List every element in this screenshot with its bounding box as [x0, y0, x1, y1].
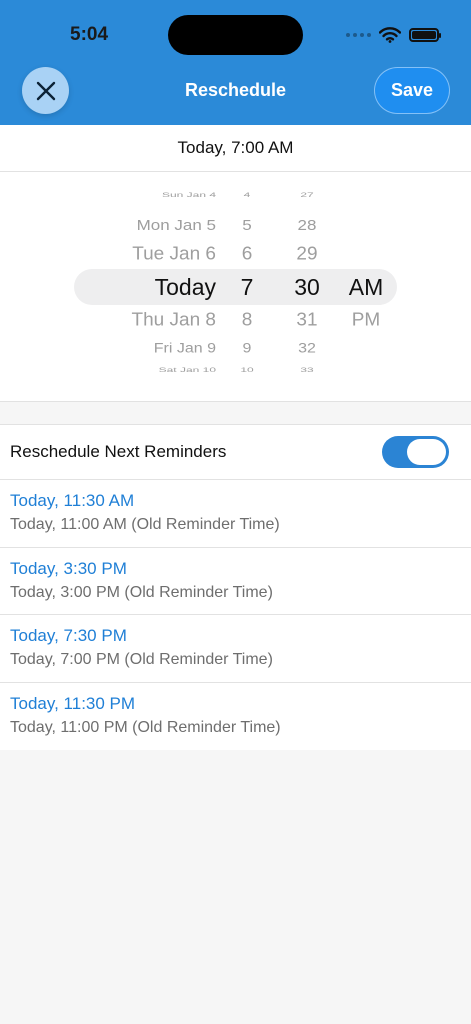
dynamic-island [168, 15, 303, 55]
picker-value[interactable]: 6 [226, 245, 268, 263]
picker-value[interactable]: 32 [284, 342, 330, 356]
picker-minute-column[interactable]: 27 28 29 30 31 32 33 [284, 172, 330, 401]
picker-value[interactable]: Sat Jan 10 [80, 367, 216, 374]
picker-value[interactable]: Mon Jan 5 [80, 218, 216, 232]
reschedule-toggle-label: Reschedule Next Reminders [10, 442, 227, 461]
reminder-item[interactable]: Today, 7:30 PM Today, 7:00 PM (Old Remin… [0, 615, 471, 683]
picker-value[interactable]: Sun Jan 4 [80, 192, 216, 199]
status-icons [346, 24, 441, 46]
picker-value[interactable]: 27 [284, 192, 330, 199]
reminder-old-time: Today, 7:00 PM (Old Reminder Time) [10, 651, 273, 668]
battery-icon [409, 28, 441, 42]
picker-value[interactable]: 4 [226, 192, 268, 199]
picker-selected-value[interactable]: 30 [284, 275, 330, 299]
picker-value[interactable]: 9 [226, 342, 268, 356]
reminder-item[interactable]: Today, 11:30 PM Today, 11:00 PM (Old Rem… [0, 683, 471, 751]
reminder-new-time: Today, 11:30 AM [10, 491, 135, 510]
picker-value[interactable]: 33 [284, 367, 330, 374]
picker-value[interactable]: Fri Jan 9 [80, 342, 216, 356]
reminder-item[interactable]: Today, 3:30 PM Today, 3:00 PM (Old Remin… [0, 548, 471, 615]
picker-value[interactable]: 8 [226, 311, 268, 329]
reminder-old-time: Today, 3:00 PM (Old Reminder Time) [10, 583, 273, 601]
toggle-knob [407, 439, 446, 465]
picker-value[interactable]: 5 [226, 218, 268, 232]
datetime-picker[interactable]: Sun Jan 4 Mon Jan 5 Tue Jan 6 Today Thu Jan … [0, 172, 471, 402]
picker-selected-value[interactable]: 7 [226, 275, 268, 299]
reminders-section: Reschedule Next Reminders Today, 11:30 A… [0, 424, 471, 750]
picker-selected-value[interactable]: Today [80, 275, 216, 299]
wifi-icon [379, 27, 401, 43]
status-time: 5:04 [70, 24, 109, 45]
picker-date-column[interactable]: Sun Jan 4 Mon Jan 5 Tue Jan 6 Today Thu Jan … [80, 172, 217, 401]
picker-value[interactable]: 31 [284, 311, 330, 329]
picker-value[interactable]: Thu Jan 8 [80, 311, 217, 329]
reminder-new-time: Today, 3:30 PM [10, 558, 127, 578]
reminder-item[interactable]: Today, 11:30 AM Today, 11:00 AM (Old Rem… [0, 480, 471, 548]
picker-selected-value[interactable]: AM [340, 275, 392, 299]
picker-value[interactable]: Tue Jan 6 [80, 245, 216, 263]
reminder-new-time: Today, 7:30 PM [10, 626, 127, 645]
picker-value[interactable]: 10 [226, 367, 268, 374]
reminder-new-time: Today, 11:30 PM [10, 693, 136, 713]
picker-hour-column[interactable]: 4 5 6 7 8 9 10 [226, 172, 268, 401]
save-button[interactable]: Save [374, 67, 450, 114]
selected-datetime: Today, 7:00 AM [0, 125, 471, 172]
reschedule-toggle-row[interactable]: Reschedule Next Reminders [0, 425, 471, 480]
signal-icon [346, 33, 371, 37]
picker-value[interactable]: 29 [284, 245, 330, 263]
picker-period-column[interactable]: AM PM [340, 172, 392, 401]
reminder-old-time: Today, 11:00 PM (Old Reminder Time) [10, 718, 281, 736]
picker-value[interactable]: 28 [284, 218, 330, 232]
reminder-old-time: Today, 11:00 AM (Old Reminder Time) [10, 516, 280, 533]
picker-value[interactable]: PM [340, 311, 392, 329]
reschedule-toggle-switch[interactable] [382, 436, 449, 468]
navigation-header: 5:04 Reschedule Save [0, 0, 471, 125]
